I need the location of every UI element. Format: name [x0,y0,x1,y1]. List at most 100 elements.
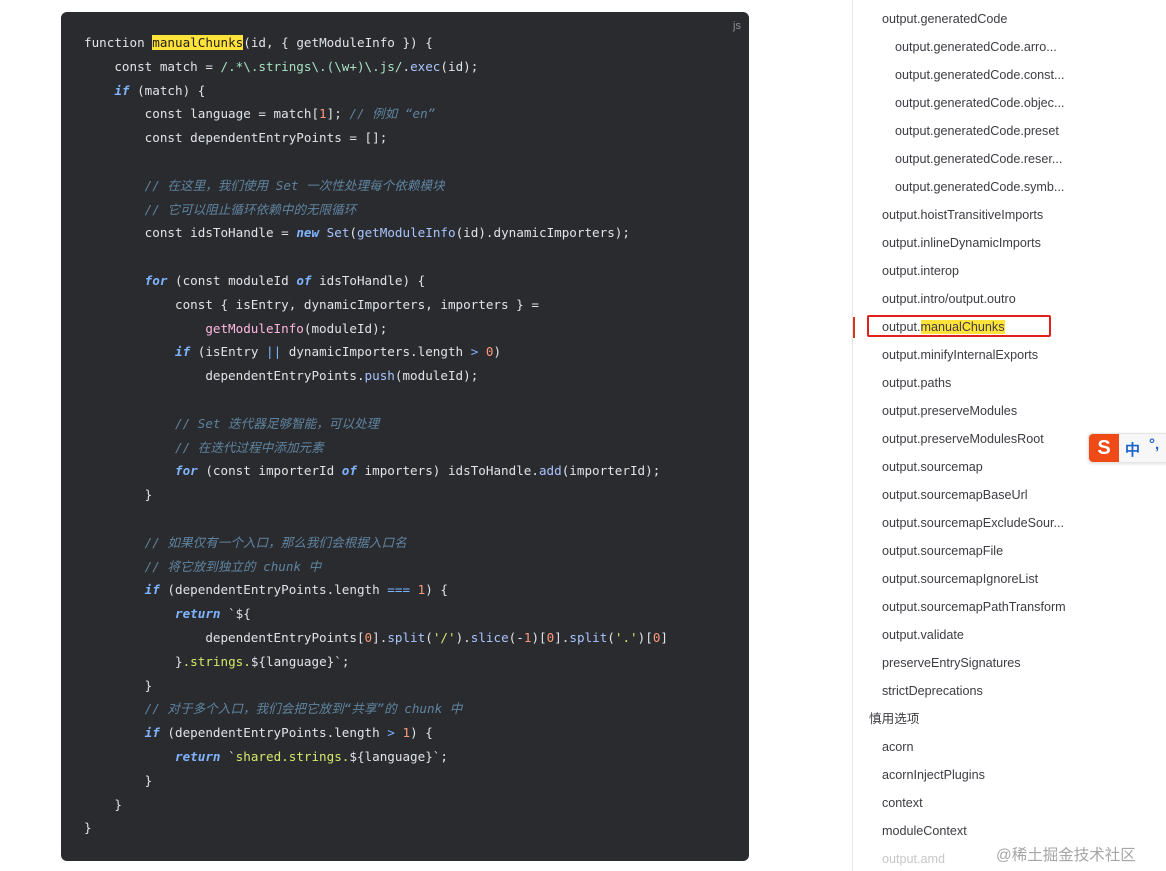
sidebar-link[interactable]: output.intro/output.outro [882,289,1016,309]
sidebar-link-label: moduleContext [882,824,967,838]
code-token: )[ [531,629,547,645]
sidebar-link-label: output.sourcemapIgnoreList [882,572,1039,586]
sidebar-link-label: output.sourcemapPathTransform [882,600,1066,614]
code-token: 1 [402,725,411,741]
annotation-highlight-box [867,315,1051,337]
code-token: getModuleInfo [84,320,304,336]
code-token: for [84,272,168,288]
sidebar-link[interactable]: output.paths [882,373,951,393]
code-token: } [84,796,122,812]
sidebar-link[interactable]: output.sourcemapFile [882,541,1003,561]
sidebar-link[interactable]: acornInjectPlugins [882,765,985,785]
code-line: const { isEntry, dynamicImporters, impor… [84,293,668,317]
code-token: } [84,820,92,836]
code-token: ( [425,629,433,645]
code-token: )[ [637,629,653,645]
ime-punctuation-toggle[interactable]: °, [1149,436,1159,453]
ime-mode-toggle[interactable]: 中 [1125,439,1140,460]
sidebar-link[interactable]: moduleContext [882,821,967,841]
code-token: return [84,748,221,764]
sidebar-link[interactable]: output.generatedCode.symb... [895,177,1064,197]
sidebar-link[interactable]: output.sourcemapPathTransform [882,597,1066,617]
sidebar-link[interactable]: output.interop [882,261,959,281]
code-token: add [538,463,562,479]
sidebar-link[interactable]: output.generatedCode [882,9,1007,29]
code-line: } [84,793,668,817]
code-token: ). [455,629,471,645]
code-token: (- [508,629,524,645]
sidebar-link-label: output.minifyInternalExports [882,348,1039,362]
sidebar-link[interactable]: output.generatedCode.const... [895,65,1064,85]
sidebar-link[interactable]: output.validate [882,625,964,645]
sidebar-link-label: output.sourcemapFile [882,544,1004,558]
sidebar-link[interactable]: output.minifyInternalExports [882,345,1038,365]
sidebar-link[interactable]: output.generatedCode.reser... [895,149,1062,169]
sidebar-link[interactable]: output.inlineDynamicImports [882,233,1041,253]
code-line: // 对于多个入口，我们会把它放到“共享”的 chunk 中 [84,697,668,721]
sidebar-link-label: output.generatedCode.objec... [895,96,1065,110]
code-token: ] [660,629,668,645]
language-tag: js [733,20,741,32]
code-token: idsToHandle) { [311,272,426,288]
sidebar-link[interactable]: output.sourcemap [882,457,983,477]
code-token: of [341,463,357,479]
code-token: if [84,344,191,360]
sidebar-link-label: output.generatedCode [882,12,1008,26]
code-line: for (const moduleId of idsToHandle) { [84,269,668,293]
ime-toolbar[interactable]: S 中 °, [1088,433,1166,463]
code-token: === [387,582,411,598]
code-token: if [84,82,130,98]
code-token: getModuleInfo [357,225,456,241]
code-token: > [387,725,395,741]
code-token: // 如果仅有一个入口，那么我们会根据入口名 [84,534,407,550]
code-line: } [84,816,668,840]
sogou-logo-icon[interactable]: S [1089,434,1119,462]
sidebar-link-label: 慎用选项 [869,712,920,726]
sidebar-link[interactable]: output.preserveModules [882,401,1017,421]
code-line: const match = /.*\.strings\.(\w+)\.js/.e… [84,55,668,79]
code-line: getModuleInfo(moduleId); [84,317,668,341]
code-token: (isEntry [190,344,266,360]
code-line: }.strings.${language}`; [84,650,668,674]
code-token: return [84,606,221,622]
code-line: // 将它放到独立的 chunk 中 [84,555,668,579]
sidebar-link[interactable]: output.amd [882,849,945,869]
sidebar-link[interactable]: context [882,793,923,813]
code-token: } [84,772,153,788]
code-token: ) { [425,582,448,598]
code-block: js function manualChunks(id, { getModule… [61,12,749,861]
sidebar-link[interactable]: output.sourcemapExcludeSour... [882,513,1064,533]
code-token: importers) idsToHandle. [356,463,539,479]
code-token: // 在迭代过程中添加元素 [84,439,324,455]
code-token: const idsToHandle = [84,225,297,241]
highlighted-token: manualChunks [152,35,244,50]
code-line: return `${ [84,602,668,626]
sidebar-link-label: output.generatedCode.symb... [895,180,1065,194]
sidebar-link-label: output.sourcemap [882,460,983,474]
code-token: // 例如 “en” [349,106,436,122]
code-token: // Set 迭代器足够智能，可以处理 [84,415,380,431]
sidebar-link[interactable]: output.generatedCode.objec... [895,93,1064,113]
sidebar-link[interactable]: strictDeprecations [882,681,983,701]
code-line: if (isEntry || dynamicImporters.length >… [84,340,668,364]
sidebar-link[interactable]: output.sourcemapBaseUrl [882,485,1028,505]
sidebar-link[interactable]: output.hoistTransitiveImports [882,205,1043,225]
sidebar-link[interactable]: output.generatedCode.preset [895,121,1059,141]
sidebar-link[interactable]: preserveEntrySignatures [882,653,1021,673]
sidebar-link-label: output.intro/output.outro [882,292,1016,306]
sidebar-link-label: output.inlineDynamicImports [882,236,1041,250]
code-line: return `shared.strings.${language}`; [84,745,668,769]
code-token: ${language}`; [250,653,350,669]
sidebar-link-label: output.generatedCode.arro... [895,40,1057,54]
code-line: if (match) { [84,79,668,103]
sidebar-link[interactable]: output.generatedCode.arro... [895,37,1057,57]
sidebar-link[interactable]: output.sourcemapIgnoreList [882,569,1038,589]
code-token: const { isEntry, dynamicImporters, impor… [84,296,539,312]
code-token: exec [410,58,441,74]
code-token: || [265,344,282,360]
sidebar-link[interactable]: acorn [882,737,914,757]
sidebar-link[interactable]: output.preserveModulesRoot [882,429,1044,449]
code-token: ]. [372,629,388,645]
